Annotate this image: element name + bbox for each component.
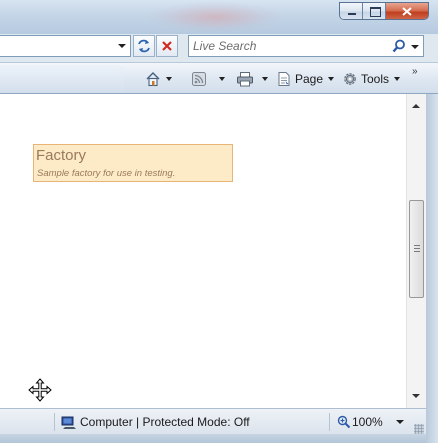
window-frame-bottom: [0, 434, 426, 443]
resize-grip-icon[interactable]: [414, 424, 424, 434]
refresh-icon: [138, 39, 150, 53]
page-menu-button[interactable]: Page: [276, 70, 335, 88]
scroll-up-arrow-icon[interactable]: [412, 104, 420, 108]
stop-button[interactable]: [156, 35, 178, 57]
home-dropdown-icon[interactable]: [166, 77, 172, 81]
printer-icon: [237, 72, 253, 87]
window-frame-right: [426, 94, 438, 443]
zoom-level[interactable]: 100%: [352, 415, 383, 429]
tools-dropdown-icon: [394, 77, 401, 81]
close-icon: [402, 7, 412, 16]
stop-icon: [162, 41, 172, 51]
page-dropdown-icon: [328, 77, 335, 81]
gear-icon: [344, 73, 356, 85]
print-button[interactable]: [236, 70, 268, 88]
page-icon: [278, 72, 290, 86]
page-content: Factory Sample factory for use in testin…: [0, 94, 426, 408]
feeds-dropdown-icon[interactable]: [219, 77, 225, 81]
print-dropdown-icon[interactable]: [262, 77, 268, 81]
search-input[interactable]: [193, 38, 383, 54]
vertical-scrollbar[interactable]: [406, 94, 426, 408]
search-options-dropdown-icon[interactable]: [411, 45, 419, 49]
factory-description: Sample factory for use in testing.: [37, 168, 176, 179]
factory-title: Factory: [36, 147, 87, 164]
home-icon: [146, 72, 160, 87]
caption-buttons: [339, 2, 429, 20]
factory-card[interactable]: Factory Sample factory for use in testin…: [33, 144, 233, 182]
page-menu-label: Page: [295, 72, 324, 86]
scroll-down-arrow-icon[interactable]: [412, 394, 420, 398]
more-commands-chevron-icon[interactable]: »: [412, 66, 417, 77]
scroll-thumb[interactable]: [409, 200, 424, 298]
address-field[interactable]: [0, 35, 131, 57]
tools-menu-button[interactable]: Tools: [342, 70, 401, 88]
rss-feed-icon: [192, 72, 206, 86]
command-bar: Page Tools »: [0, 62, 438, 94]
title-bar: [0, 0, 438, 34]
search-box[interactable]: [188, 35, 424, 57]
move-cursor-icon: [28, 378, 52, 402]
close-button[interactable]: [386, 3, 428, 19]
security-zone-text[interactable]: Computer | Protected Mode: Off: [80, 415, 250, 429]
search-icon[interactable]: [392, 39, 406, 53]
computer-zone-icon: [61, 416, 76, 429]
tools-menu-label: Tools: [361, 72, 390, 86]
scroll-grip-icon: [414, 245, 420, 252]
zoom-dropdown-icon[interactable]: [396, 420, 404, 424]
maximize-button[interactable]: [363, 3, 386, 19]
address-row: [0, 34, 438, 60]
minimize-button[interactable]: [340, 3, 363, 19]
home-button[interactable]: [145, 70, 172, 88]
address-dropdown-icon[interactable]: [118, 44, 126, 48]
status-bar: Computer | Protected Mode: Off 100%: [0, 408, 426, 434]
refresh-button[interactable]: [133, 35, 155, 57]
zoom-icon: [337, 415, 351, 429]
feeds-button[interactable]: [191, 70, 225, 88]
